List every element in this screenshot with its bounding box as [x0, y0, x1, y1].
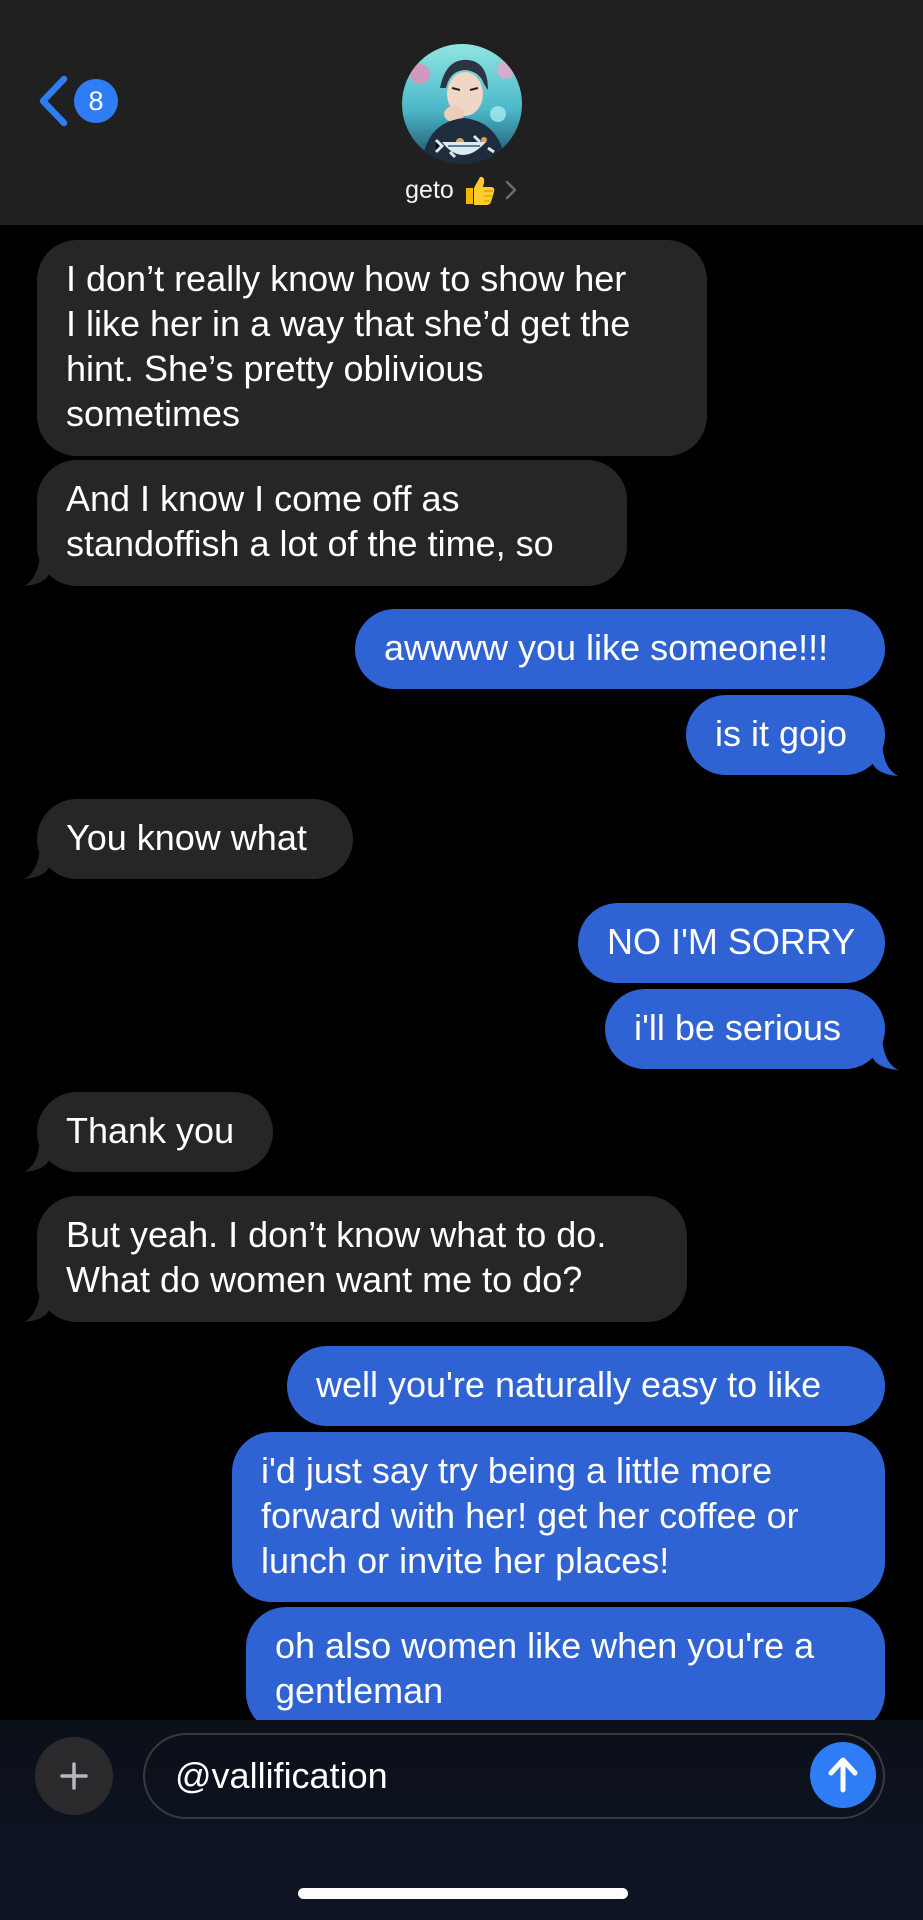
incoming-message[interactable]: You know what [37, 799, 353, 879]
bubble-tail [872, 738, 898, 776]
conversation-header: 8 geto [0, 0, 923, 225]
outgoing-message[interactable]: awwww you like someone!!! [355, 609, 885, 689]
send-button[interactable] [810, 1742, 876, 1808]
plus-icon [60, 1762, 88, 1790]
avatar-image [402, 44, 522, 164]
bubble-tail [24, 841, 50, 879]
bubble-tail [872, 1032, 898, 1070]
back-button[interactable]: 8 [36, 66, 118, 136]
bubble-tail [24, 1134, 50, 1172]
message-composer: @vallification [0, 1720, 923, 1920]
arrow-up-icon [828, 1757, 858, 1793]
chevron-left-icon [39, 75, 68, 127]
incoming-message[interactable]: But yeah. I don’t know what to do. What … [37, 1196, 687, 1322]
outgoing-message[interactable]: well you're naturally easy to like [287, 1346, 885, 1426]
outgoing-message[interactable]: i'd just say try being a little more for… [232, 1432, 885, 1602]
thumbs-up-emoji-icon [465, 176, 495, 205]
incoming-message[interactable]: Thank you [37, 1092, 273, 1172]
outgoing-message[interactable]: i'll be serious [605, 989, 885, 1069]
apps-plus-button[interactable] [35, 1737, 113, 1815]
incoming-message[interactable]: I don’t really know how to show her I li… [37, 240, 707, 456]
unread-count-badge: 8 [74, 79, 118, 123]
home-indicator[interactable] [298, 1888, 628, 1899]
bubble-tail [24, 1284, 50, 1322]
contact-avatar[interactable] [402, 44, 522, 164]
incoming-message[interactable]: And I know I come off as standoffish a l… [37, 460, 627, 586]
message-input[interactable]: @vallification [143, 1733, 885, 1819]
chevron-right-icon [505, 180, 517, 200]
contact-name: geto [405, 175, 454, 204]
bubble-tail [24, 548, 50, 586]
contact-details-button[interactable]: geto [0, 170, 923, 210]
outgoing-message[interactable]: NO I'M SORRY [578, 903, 885, 983]
outgoing-message[interactable]: is it gojo [686, 695, 885, 775]
outgoing-message[interactable]: oh also women like when you're a gentlem… [246, 1607, 885, 1733]
